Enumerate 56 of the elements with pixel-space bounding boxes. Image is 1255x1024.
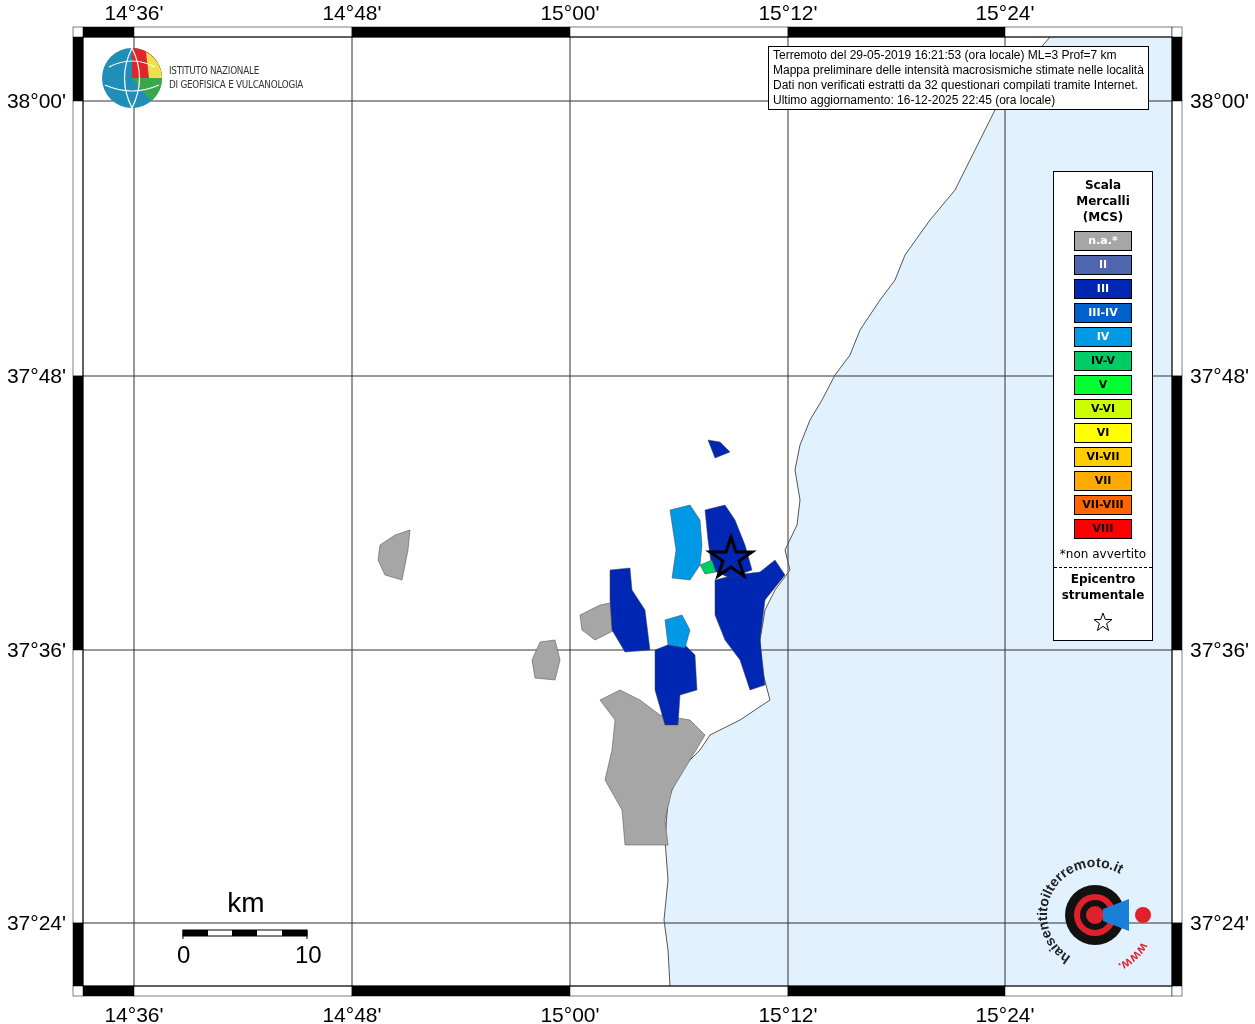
longitude-label: 15°12' — [757, 0, 819, 26]
longitude-label: 15°24' — [974, 0, 1036, 26]
latitude-label: 38°00' — [5, 89, 66, 113]
latitude-label: 37°48' — [1190, 364, 1250, 388]
legend-swatch: V-VI — [1074, 399, 1132, 419]
legend-swatch: VII-VIII — [1074, 495, 1132, 515]
frame-corner — [1171, 985, 1183, 997]
longitude-label: 15°24' — [974, 1002, 1036, 1024]
intensity-area — [531, 639, 561, 681]
longitude-label: 14°36' — [103, 0, 165, 26]
longitude-label: 15°12' — [757, 1002, 819, 1024]
latitude-label: 37°36' — [1190, 638, 1250, 662]
legend-swatch: VI-VII — [1074, 447, 1132, 467]
scale-label: 0 — [177, 941, 191, 969]
legend-title: Mercalli — [1076, 193, 1130, 209]
legend-label: strumentale — [1061, 587, 1145, 603]
legend-swatch: n.a.* — [1074, 231, 1132, 251]
star-icon — [705, 532, 757, 580]
longitude-label: 15°00' — [539, 1002, 601, 1024]
info-line: Ultimo aggiornamento: 16-12-2025 22:45 (ora locale) — [773, 93, 1057, 108]
legend-swatch: IV — [1074, 327, 1132, 347]
legend-swatch: III-IV — [1074, 303, 1132, 323]
legend-label: Epicentro — [1070, 571, 1136, 587]
longitude-label: 15°00' — [539, 0, 601, 26]
intensity-area — [707, 439, 731, 459]
info-line: Mappa preliminare delle intensità macrosismiche stimate nelle località — [773, 63, 1144, 78]
legend-swatch: VIII — [1074, 519, 1132, 539]
legend-swatch: VII — [1074, 471, 1132, 491]
institute-name: DI GEOFISICA E VULCANOLOGIA — [169, 78, 304, 92]
latitude-label: 37°36' — [5, 638, 66, 662]
scale-unit: km — [227, 886, 265, 920]
legend-swatch: IV-V — [1074, 351, 1132, 371]
info-line: Dati non verificati estratti da 32 questionari compilati tramite Internet. — [773, 78, 1139, 93]
latitude-label: 37°24' — [1190, 911, 1250, 935]
legend-swatch: VI — [1074, 423, 1132, 443]
intensity-area — [377, 529, 411, 581]
footnote: *non avvertito — [1059, 546, 1147, 563]
legend-swatch: III — [1074, 279, 1132, 299]
legend-title: (MCS) — [1082, 209, 1124, 225]
longitude-label: 14°48' — [321, 0, 383, 26]
globe-logo-icon — [101, 47, 163, 109]
latitude-label: 37°24' — [5, 911, 66, 935]
institute-name: ISTITUTO NAZIONALE — [169, 64, 260, 78]
frame-corner — [72, 26, 84, 38]
latitude-label: 38°00' — [1190, 89, 1250, 113]
scale-label: 10 — [295, 941, 322, 969]
longitude-label: 14°48' — [321, 1002, 383, 1024]
legend-swatch: V — [1074, 375, 1132, 395]
legend-swatch: II — [1074, 255, 1132, 275]
frame-corner — [72, 985, 84, 997]
frame-corner — [1171, 26, 1183, 38]
star-icon — [1093, 612, 1113, 632]
info-line: Terremoto del 29-05-2019 16:21:53 (ora locale) ML=3 Prof=7 km — [773, 48, 1118, 63]
longitude-label: 14°36' — [103, 1002, 165, 1024]
legend-title: Scala — [1084, 177, 1122, 193]
latitude-label: 37°48' — [5, 364, 66, 388]
